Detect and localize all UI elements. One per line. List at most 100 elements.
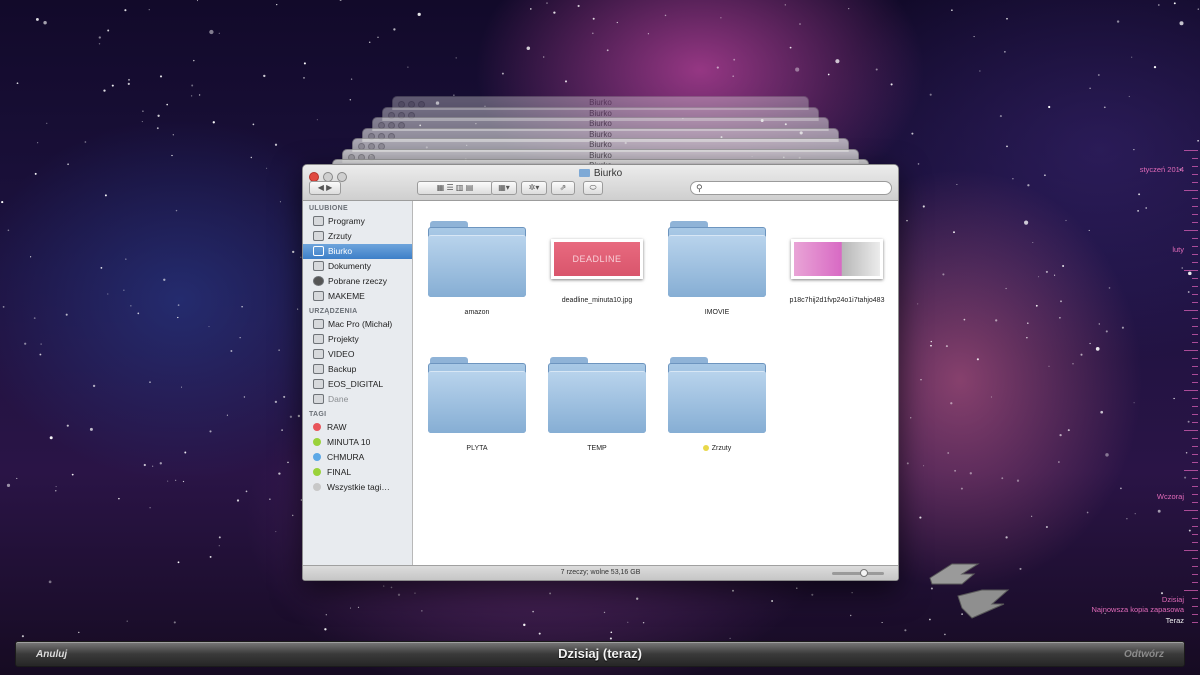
finder-window[interactable]: Biurko ◀ ▶ ▦ ☰ ▥ ▤ ▦▾ ✲▾ ⇗ ⬭ ⚲ ULUBIONE … — [302, 164, 899, 581]
timeline-tick[interactable] — [1192, 174, 1198, 175]
timeline-tick[interactable] — [1192, 518, 1198, 519]
timeline-tick[interactable] — [1192, 406, 1198, 407]
timeline-label[interactable]: luty — [1172, 245, 1184, 254]
timeline-tick[interactable] — [1184, 510, 1198, 511]
timeline-tick[interactable] — [1192, 206, 1198, 207]
timeline-label[interactable]: Najnowsza kopia zapasowa — [1091, 605, 1184, 614]
timeline-tick[interactable] — [1192, 462, 1198, 463]
timeline-tick[interactable] — [1192, 542, 1198, 543]
file-item[interactable]: DEADLINE deadline_minuta10.jpg — [537, 221, 657, 304]
timeline-tick[interactable] — [1192, 566, 1198, 567]
timeline-tick[interactable] — [1184, 390, 1198, 391]
icon-view-icon[interactable]: ▦ — [437, 183, 445, 192]
sidebar-item[interactable]: Backup — [303, 362, 412, 377]
timeline-tick[interactable] — [1192, 278, 1198, 279]
timeline-tick[interactable] — [1192, 494, 1198, 495]
timeline-tick[interactable] — [1192, 622, 1198, 623]
timeline-tick[interactable] — [1192, 382, 1198, 383]
timeline-tick[interactable] — [1192, 182, 1198, 183]
slider-knob[interactable] — [860, 569, 868, 577]
file-item[interactable]: Zrzuty — [657, 357, 777, 452]
timeline-tick[interactable] — [1184, 350, 1198, 351]
file-item[interactable]: amazon — [417, 221, 537, 316]
timeline-tick[interactable] — [1192, 558, 1198, 559]
sidebar-item[interactable]: CHMURA — [303, 450, 412, 465]
timeline-tick[interactable] — [1192, 478, 1198, 479]
sidebar-item[interactable]: Projekty — [303, 332, 412, 347]
sidebar-item[interactable]: VIDEO — [303, 347, 412, 362]
timeline-tick[interactable] — [1192, 414, 1198, 415]
timeline-label[interactable]: Teraz — [1166, 616, 1184, 625]
timeline-tick[interactable] — [1192, 326, 1198, 327]
timeline-tick[interactable] — [1192, 318, 1198, 319]
arrange-button[interactable]: ▦▾ — [491, 181, 517, 195]
timeline-tick[interactable] — [1192, 446, 1198, 447]
timeline-tick[interactable] — [1192, 438, 1198, 439]
timeline-tick[interactable] — [1192, 502, 1198, 503]
timeline-tick[interactable] — [1192, 398, 1198, 399]
timeline-label[interactable]: Wczoraj — [1157, 492, 1184, 501]
timeline-tick[interactable] — [1192, 286, 1198, 287]
timeline-tick[interactable] — [1184, 470, 1198, 471]
timeline-tick[interactable] — [1192, 606, 1198, 607]
file-item[interactable]: TEMP — [537, 357, 657, 452]
timeline-tick[interactable] — [1192, 574, 1198, 575]
timeline-tick[interactable] — [1192, 302, 1198, 303]
timeline-tick[interactable] — [1192, 366, 1198, 367]
sidebar-item[interactable]: Mac Pro (Michał) — [303, 317, 412, 332]
backup-timeline[interactable]: styczeń 2014 luty Wczoraj Dzisiaj Najnowsza … — [1091, 150, 1200, 630]
timeline-tick[interactable] — [1184, 270, 1198, 271]
timeline-tick[interactable] — [1192, 334, 1198, 335]
action-button[interactable]: ✲▾ — [521, 181, 547, 195]
older-arrow-icon[interactable] — [929, 563, 980, 585]
timeline-tick[interactable] — [1192, 454, 1198, 455]
list-view-icon[interactable]: ☰ — [447, 183, 454, 192]
timeline-tick[interactable] — [1184, 190, 1198, 191]
sidebar-item[interactable]: Dane — [303, 392, 412, 407]
coverflow-view-icon[interactable]: ▤ — [466, 183, 474, 192]
sidebar-item[interactable]: MINUTA 10 — [303, 435, 412, 450]
back-arrow-icon[interactable]: ◀ — [318, 183, 324, 192]
back-forward-buttons[interactable]: ◀ ▶ — [309, 181, 341, 195]
restore-button[interactable]: Odtwórz — [1100, 645, 1178, 665]
timeline-tick[interactable] — [1192, 358, 1198, 359]
sidebar-item[interactable]: FINAL — [303, 465, 412, 480]
share-button[interactable]: ⇗ — [551, 181, 575, 195]
timeline-tick[interactable] — [1192, 374, 1198, 375]
file-item[interactable]: p18c7hij2d1fvp24o1i7tahjo483 — [777, 221, 897, 304]
timeline-label[interactable]: Dzisiaj — [1162, 595, 1184, 604]
sidebar-item[interactable]: Wszystkie tagi… — [303, 480, 412, 495]
timeline-tick[interactable] — [1192, 246, 1198, 247]
sidebar-item[interactable]: MAKEME — [303, 289, 412, 304]
sidebar-item[interactable]: Biurko — [303, 244, 412, 259]
sidebar-item[interactable]: Dokumenty — [303, 259, 412, 274]
newer-arrow-icon[interactable] — [957, 589, 1010, 619]
file-item[interactable]: IMOVIE — [657, 221, 777, 316]
timeline-tick[interactable] — [1192, 238, 1198, 239]
sidebar-item[interactable]: Pobrane rzeczy — [303, 274, 412, 289]
timeline-tick[interactable] — [1184, 430, 1198, 431]
timeline-tick[interactable] — [1192, 598, 1198, 599]
timeline-tick[interactable] — [1192, 254, 1198, 255]
timeline-tick[interactable] — [1192, 166, 1198, 167]
timeline-tick[interactable] — [1192, 582, 1198, 583]
timeline-tick[interactable] — [1192, 526, 1198, 527]
search-field[interactable]: ⚲ — [690, 181, 892, 195]
timeline-tick[interactable] — [1184, 550, 1198, 551]
timeline-tick[interactable] — [1192, 534, 1198, 535]
sidebar-item[interactable]: Programy — [303, 214, 412, 229]
tags-button[interactable]: ⬭ — [583, 181, 603, 195]
sidebar-item[interactable]: EOS_DIGITAL — [303, 377, 412, 392]
timeline-tick[interactable] — [1192, 214, 1198, 215]
timeline-tick[interactable] — [1192, 158, 1198, 159]
column-view-icon[interactable]: ▥ — [456, 183, 464, 192]
view-mode-buttons[interactable]: ▦ ☰ ▥ ▤ — [417, 181, 493, 195]
timeline-tick[interactable] — [1184, 230, 1198, 231]
timeline-tick[interactable] — [1184, 150, 1198, 151]
timeline-tick[interactable] — [1192, 486, 1198, 487]
timeline-tick[interactable] — [1184, 590, 1198, 591]
icon-size-slider[interactable] — [832, 569, 884, 577]
timeline-tick[interactable] — [1192, 262, 1198, 263]
timeline-tick[interactable] — [1192, 422, 1198, 423]
timeline-tick[interactable] — [1192, 614, 1198, 615]
